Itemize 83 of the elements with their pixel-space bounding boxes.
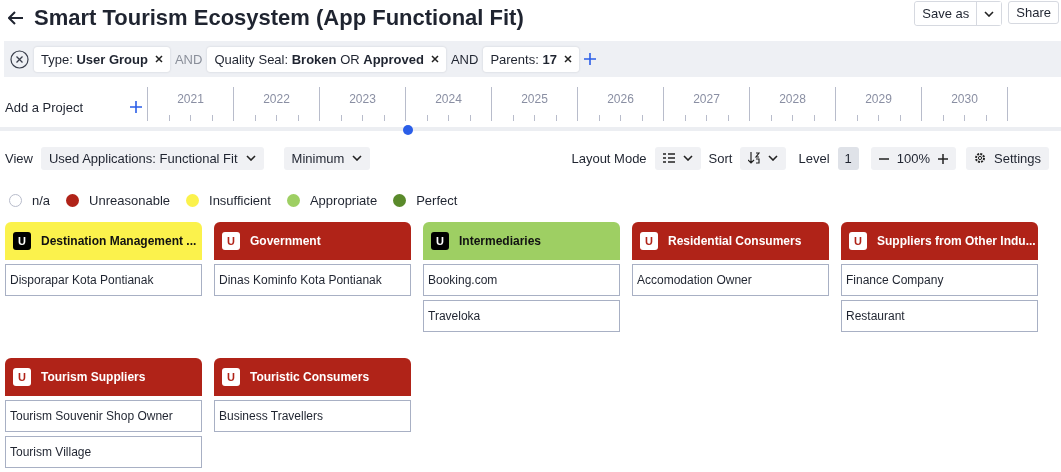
item-card[interactable]: Business Travellers	[214, 400, 411, 432]
and-label: AND	[450, 51, 479, 67]
item-card[interactable]: Accomodation Owner	[632, 264, 829, 296]
group-title: Residential Consumers	[668, 234, 802, 248]
plus-icon	[938, 153, 948, 164]
group-title: Destination Management ...	[41, 234, 197, 248]
gear-icon	[974, 152, 986, 164]
group-header[interactable]: U Government	[214, 222, 411, 260]
year-label: 2028	[778, 92, 807, 106]
item-card[interactable]: Disporapar Kota Pontianak	[5, 264, 202, 296]
item-card[interactable]: Traveloka	[423, 300, 620, 332]
type-badge: U	[431, 232, 449, 250]
year-label: 2027	[692, 92, 721, 106]
filter-chip[interactable]: Quality Seal: Broken OR Approved	[207, 46, 446, 72]
caret-icon	[245, 155, 256, 161]
close-icon[interactable]	[430, 55, 439, 63]
year-label: 2026	[606, 92, 635, 106]
sort-dropdown[interactable]	[740, 146, 787, 170]
group-title: Touristic Consumers	[250, 370, 370, 384]
group-header[interactable]: U Touristic Consumers	[214, 358, 411, 396]
caret-icon	[352, 155, 363, 161]
layout-mode-dropdown[interactable]	[654, 146, 701, 170]
page-title: Smart Tourism Ecosystem (App Functional Fit)	[34, 5, 525, 31]
caret-icon	[682, 155, 693, 161]
year-label: 2030	[950, 92, 979, 106]
today-marker[interactable]	[403, 125, 413, 135]
year-label: 2021	[176, 92, 205, 106]
year-label: 2025	[520, 92, 549, 106]
sort-label: Sort	[708, 150, 733, 166]
level-field[interactable]: 1	[837, 146, 859, 170]
item-card[interactable]: Booking.com	[423, 264, 620, 296]
type-badge: U	[640, 232, 658, 250]
add-project-label: Add a Project	[5, 99, 84, 115]
group-header[interactable]: U Suppliers from Other Indu...	[841, 222, 1038, 260]
group-title: Government	[250, 234, 321, 248]
aggregation-dropdown[interactable]: Minimum	[283, 146, 371, 170]
close-icon[interactable]	[563, 55, 572, 63]
filter-chip[interactable]: Type: User Group	[34, 46, 170, 72]
caret-icon	[984, 10, 995, 17]
group-header[interactable]: U Residential Consumers	[632, 222, 829, 260]
legend-label: Unreasonable	[89, 193, 171, 208]
and-label: AND	[174, 51, 203, 67]
legend-label: Insufficient	[209, 193, 271, 208]
sort-icon	[748, 152, 761, 164]
legend-label: n/a	[32, 193, 51, 208]
item-card[interactable]: Finance Company	[841, 264, 1038, 296]
type-badge: U	[13, 232, 31, 250]
layout-mode-label: Layout Mode	[571, 150, 647, 166]
close-icon[interactable]	[154, 55, 163, 63]
item-card[interactable]: Tourism Village	[5, 436, 202, 468]
legend-label: Appropriate	[309, 193, 378, 208]
legend-label: Perfect	[416, 193, 458, 208]
back-arrow-icon[interactable]	[8, 11, 24, 25]
type-badge: U	[13, 368, 31, 386]
item-card[interactable]: Tourism Souvenir Shop Owner	[5, 400, 202, 432]
group-header[interactable]: U Tourism Suppliers	[5, 358, 202, 396]
type-badge: U	[222, 368, 240, 386]
add-icon[interactable]	[130, 101, 142, 113]
type-badge: U	[222, 232, 240, 250]
list-icon	[662, 153, 675, 163]
add-icon[interactable]	[583, 53, 596, 65]
dropdown-button[interactable]	[976, 2, 1002, 25]
view-label: View	[5, 150, 33, 166]
year-label: 2029	[864, 92, 893, 106]
year-label: 2024	[434, 92, 463, 106]
group-title: Tourism Suppliers	[41, 370, 146, 384]
type-badge: U	[849, 232, 867, 250]
zoom-value: 100%	[896, 150, 930, 166]
view-dropdown[interactable]: Used Applications: Functional Fit	[40, 146, 264, 170]
settings-button[interactable]: Settings	[966, 146, 1049, 170]
group-header[interactable]: U Destination Management ...	[5, 222, 202, 260]
item-card[interactable]: Restaurant	[841, 300, 1038, 332]
filter-chip[interactable]: Parents: 17	[483, 46, 579, 72]
level-label: Level	[798, 150, 830, 166]
clear-filters-icon[interactable]	[10, 49, 29, 69]
group-title: Suppliers from Other Indu...	[877, 234, 1036, 248]
group-header[interactable]: U Intermediaries	[423, 222, 620, 260]
item-card[interactable]: Dinas Kominfo Kota Pontianak	[214, 264, 411, 296]
share-button[interactable]: Share	[1008, 1, 1059, 24]
caret-icon	[768, 155, 779, 161]
year-label: 2023	[348, 92, 377, 106]
year-label: 2022	[262, 92, 291, 106]
group-title: Intermediaries	[459, 234, 542, 248]
